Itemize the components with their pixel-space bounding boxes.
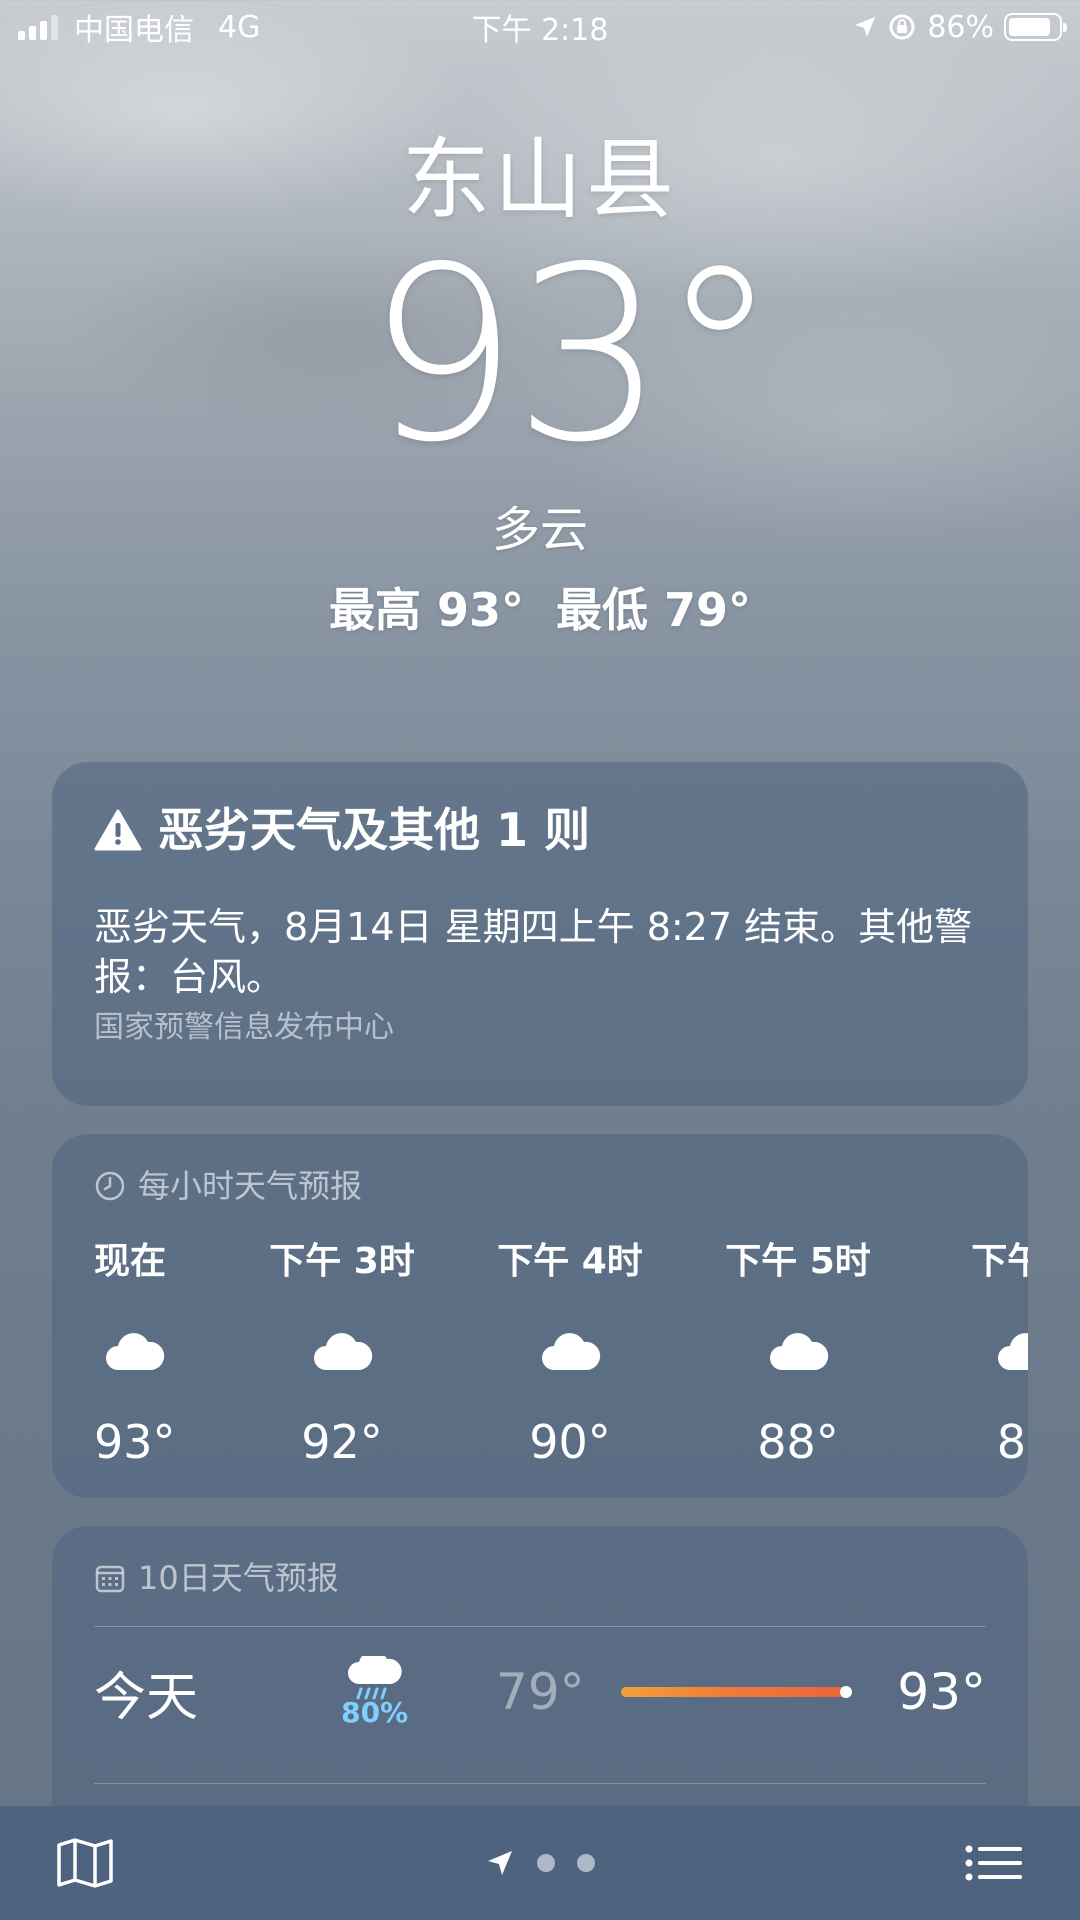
list-icon	[965, 1845, 1022, 1881]
bottom-toolbar	[0, 1806, 1080, 1920]
daily-header: 10日天气预报	[94, 1556, 986, 1600]
hour-temp: 93°	[94, 1415, 176, 1469]
hour-temp: 88°	[757, 1415, 839, 1469]
high-low: 最高 93° 最低 79°	[0, 578, 1080, 642]
location-services-icon	[855, 17, 876, 37]
hourly-item: 下午 5时 88°	[684, 1238, 912, 1472]
calendar-icon	[95, 1565, 125, 1593]
location-arrow-icon	[488, 1851, 512, 1875]
hourly-scroll-row[interactable]: 现在 93° 下午 3时 92° 下午 4时 90° 下午 5时 88° 下午 6 86	[94, 1238, 1028, 1472]
hour-label: 下午 3时	[269, 1241, 415, 1282]
current-temperature: 93°	[366, 215, 779, 495]
alert-body: 恶劣天气，8月14日 星期四上午 8:27 结束。其他警报：台风。	[94, 905, 973, 999]
cloud-rain-icon: 80%	[300, 1656, 450, 1728]
daily-header-label: 10日天气预报	[138, 1559, 339, 1597]
page-dot	[537, 1854, 555, 1872]
cloud-icon	[684, 1306, 912, 1398]
daily-list: 今天 80% 79° 93°	[94, 1627, 986, 1757]
city-list-button[interactable]	[964, 1843, 1024, 1883]
battery-fill	[1009, 18, 1051, 36]
signal-icon	[18, 14, 58, 40]
precip-chance: 80%	[341, 1696, 409, 1729]
hour-temp: 90°	[529, 1415, 611, 1469]
hour-label: 下午 6	[971, 1241, 1028, 1282]
page-indicator[interactable]	[0, 1848, 1080, 1878]
map-icon	[57, 1838, 113, 1888]
hour-temp: 86	[996, 1415, 1028, 1469]
carrier-label: 中国电信	[74, 13, 194, 48]
hour-label: 下午 5时	[725, 1241, 871, 1282]
daily-row[interactable]: 今天 80% 79° 93°	[94, 1627, 986, 1757]
cloud-icon	[912, 1306, 1028, 1398]
high-temp: 最高 93°	[328, 583, 524, 637]
battery-percent: 86%	[927, 9, 994, 45]
temp-range-fill	[621, 1687, 846, 1697]
hour-label: 现在	[94, 1241, 167, 1282]
hourly-item: 下午 3时 92°	[228, 1238, 456, 1472]
cloud-icon	[94, 1306, 184, 1398]
current-weather: 东山县 93° 多云 最高 93° 最低 79°	[0, 130, 1080, 642]
rotation-lock-icon	[889, 14, 915, 40]
day-name: 今天	[94, 1667, 199, 1728]
cloud-icon	[456, 1306, 684, 1398]
status-bar-left: 中国电信 4G	[18, 5, 260, 49]
network-label: 4G	[218, 9, 261, 45]
hourly-item: 下午 6 86	[912, 1238, 1028, 1472]
battery-icon	[1004, 13, 1067, 41]
hour-temp: 92°	[301, 1415, 383, 1469]
hourly-item: 现在 93°	[94, 1238, 184, 1472]
warning-triangle-icon	[94, 809, 142, 851]
alert-title: 恶劣天气及其他 1 则	[158, 803, 591, 857]
day-high-temp: 93°	[897, 1663, 986, 1721]
low-temp: 最低 79°	[556, 583, 752, 637]
alert-source: 国家预警信息发布中心	[94, 1010, 394, 1045]
cloud-icon	[228, 1306, 456, 1398]
hour-label: 下午 4时	[497, 1241, 643, 1282]
current-temp-dot	[839, 1686, 852, 1698]
status-bar: 中国电信 4G 下午 2:18 86%	[0, 0, 1080, 54]
status-bar-right: 86%	[853, 9, 1067, 45]
map-button[interactable]	[56, 1837, 114, 1889]
clock-icon	[95, 1171, 125, 1201]
day-low-temp: 79°	[496, 1663, 585, 1721]
hourly-header-label: 每小时天气预报	[138, 1167, 363, 1205]
hourly-item: 下午 4时 90°	[456, 1238, 684, 1472]
hourly-forecast-card[interactable]: 每小时天气预报 现在 93° 下午 3时 92° 下午 4时 90° 下午 5时 88° 下午 …	[52, 1134, 1028, 1498]
hourly-header: 每小时天气预报	[94, 1164, 986, 1208]
alert-title-row: 恶劣天气及其他 1 则	[94, 802, 986, 858]
severe-weather-alert-card[interactable]: 恶劣天气及其他 1 则 恶劣天气，8月14日 星期四上午 8:27 结束。其他警…	[52, 762, 1028, 1106]
current-condition: 多云	[491, 502, 588, 558]
page-dot	[577, 1854, 595, 1872]
temp-range-bar	[621, 1686, 852, 1698]
